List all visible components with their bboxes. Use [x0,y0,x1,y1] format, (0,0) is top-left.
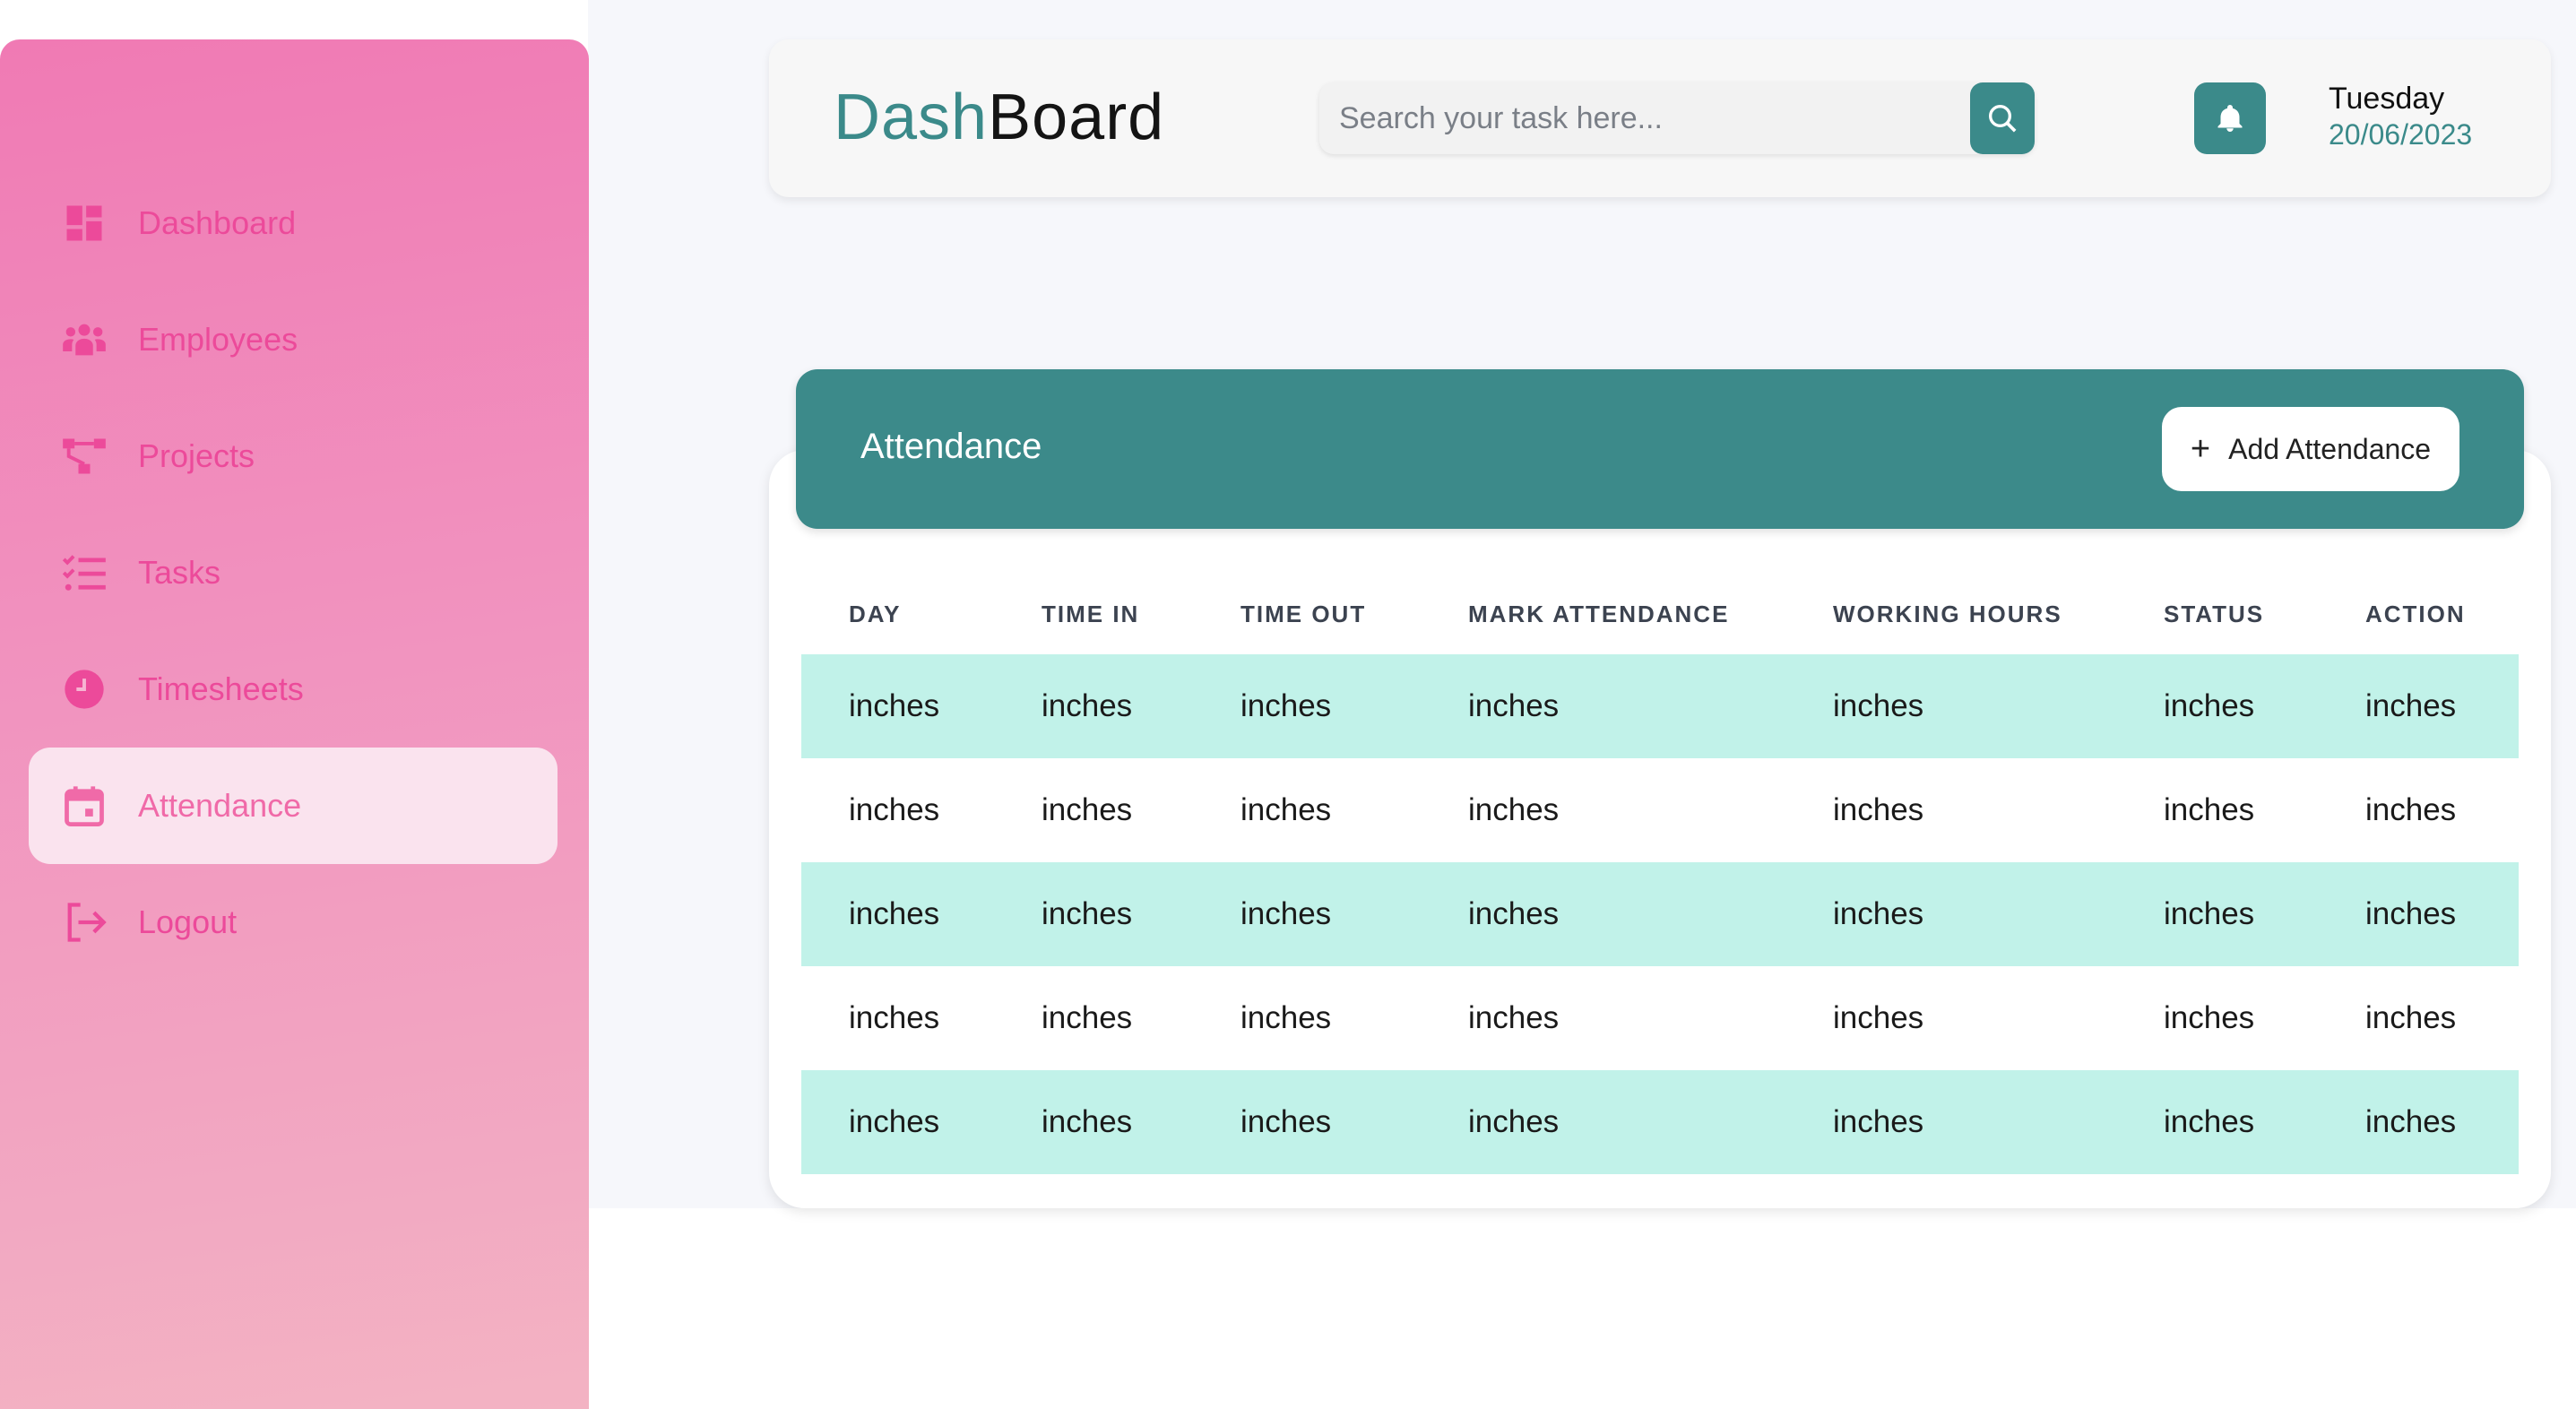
column-header-time-in: TIME IN [1042,600,1140,627]
plus-icon: + [2190,430,2211,468]
table-cell: inches [2116,654,2318,758]
table-cell: inches [994,862,1193,966]
add-attendance-label: Add Attendance [2228,432,2432,465]
sidebar-item-dashboard[interactable]: Dashboard [29,165,558,281]
date-day: Tuesday [2329,82,2445,116]
table-cell: inches [2318,1070,2519,1174]
sidebar-item-tasks[interactable]: Tasks [29,514,558,631]
table-cell: inches [849,792,940,827]
calendar-icon [59,781,109,831]
table-cell: inches [2116,1070,2318,1174]
table-row: inches inches inches inches inches inche… [801,966,2519,1070]
sidebar-item-label: Dashboard [138,204,297,241]
table-cell: inches [1785,654,2116,758]
table-cell: inches [1421,862,1785,966]
table-cell: inches [1042,1000,1133,1035]
sidebar-item-label: Logout [138,903,238,940]
logout-icon [59,897,109,947]
table-cell: inches [801,654,994,758]
sidebar-item-label: Tasks [138,554,221,591]
brand-board: Board [988,82,1165,153]
column-header-working-hours: WORKING HOURS [1833,600,2062,627]
add-attendance-button[interactable]: + Add Attendance [2162,407,2459,491]
notifications-button[interactable] [2194,82,2266,154]
top-header: DashBoard Tuesday 20/06/2023 [769,39,2551,197]
attendance-title: Attendance [860,427,1042,466]
app-root: Dashboard Employees Projects Tasks Times… [0,0,2576,1409]
employees-icon [59,315,109,365]
date-value: 20/06/2023 [2329,118,2473,151]
brand-dash: Dash [834,82,989,153]
table-cell: inches [2164,792,2255,827]
column-header-mark-attendance: MARK ATTENDANCE [1468,600,1730,627]
search-icon [1989,105,2017,133]
table-cell: inches [801,862,994,966]
table-cell: inches [2116,862,2318,966]
table-row: inches inches inches inches inches inche… [801,862,2519,966]
table-cell: inches [1421,654,1785,758]
table-row: inches inches inches inches inches inche… [801,758,2519,862]
attendance-table: DAY TIME IN TIME OUT MARK ATTENDANCE WOR… [801,574,2519,1174]
table-cell: inches [1468,792,1560,827]
table-cell: inches [994,654,1193,758]
clock-icon [59,664,109,714]
sidebar-item-label: Employees [138,321,298,358]
current-date: Tuesday 20/06/2023 [2329,81,2472,152]
tasks-icon [59,548,109,598]
table-cell: inches [2318,862,2519,966]
table-cell: inches [1193,1070,1421,1174]
search-input[interactable] [1319,82,1965,154]
table-cell: inches [1785,1070,2116,1174]
table-cell: inches [1833,792,1924,827]
table-cell: inches [1785,862,2116,966]
sidebar: Dashboard Employees Projects Tasks Times… [0,39,589,1409]
search-bar [1319,82,2035,154]
projects-icon [59,431,109,481]
dashboard-icon [59,198,109,248]
table-cell: inches [1240,1000,1332,1035]
search-button[interactable] [1970,82,2035,154]
column-header-action: ACTION [2365,600,2466,627]
table-cell: inches [801,1070,994,1174]
table-row: inches inches inches inches inches inche… [801,654,2519,758]
table-cell: inches [1042,792,1133,827]
sidebar-item-label: Attendance [138,787,302,824]
sidebar-item-label: Timesheets [138,670,304,707]
column-header-status: STATUS [2164,600,2265,627]
table-cell: inches [1833,1000,1924,1035]
sidebar-item-employees[interactable]: Employees [29,281,558,398]
table-cell: inches [1468,1000,1560,1035]
table-cell: inches [2164,1000,2255,1035]
table-cell: inches [2318,654,2519,758]
table-cell: inches [1193,654,1421,758]
sidebar-item-label: Projects [138,437,255,474]
bell-icon [2217,105,2243,132]
column-header-day: DAY [849,600,902,627]
table-cell: inches [2365,792,2457,827]
attendance-card-header: Attendance + Add Attendance [796,369,2524,529]
table-cell: inches [1193,862,1421,966]
sidebar-item-projects[interactable]: Projects [29,398,558,514]
table-cell: inches [2365,1000,2457,1035]
table-cell: inches [994,1070,1193,1174]
table-cell: inches [849,1000,940,1035]
sidebar-item-logout[interactable]: Logout [29,864,558,981]
brand-logo: DashBoard [834,77,1164,158]
sidebar-item-timesheets[interactable]: Timesheets [29,631,558,748]
column-header-time-out: TIME OUT [1240,600,1367,627]
sidebar-item-attendance[interactable]: Attendance [29,748,558,864]
table-header-row: DAY TIME IN TIME OUT MARK ATTENDANCE WOR… [801,574,2519,654]
table-cell: inches [1421,1070,1785,1174]
table-cell: inches [1240,792,1332,827]
table-row: inches inches inches inches inches inche… [801,1070,2519,1174]
